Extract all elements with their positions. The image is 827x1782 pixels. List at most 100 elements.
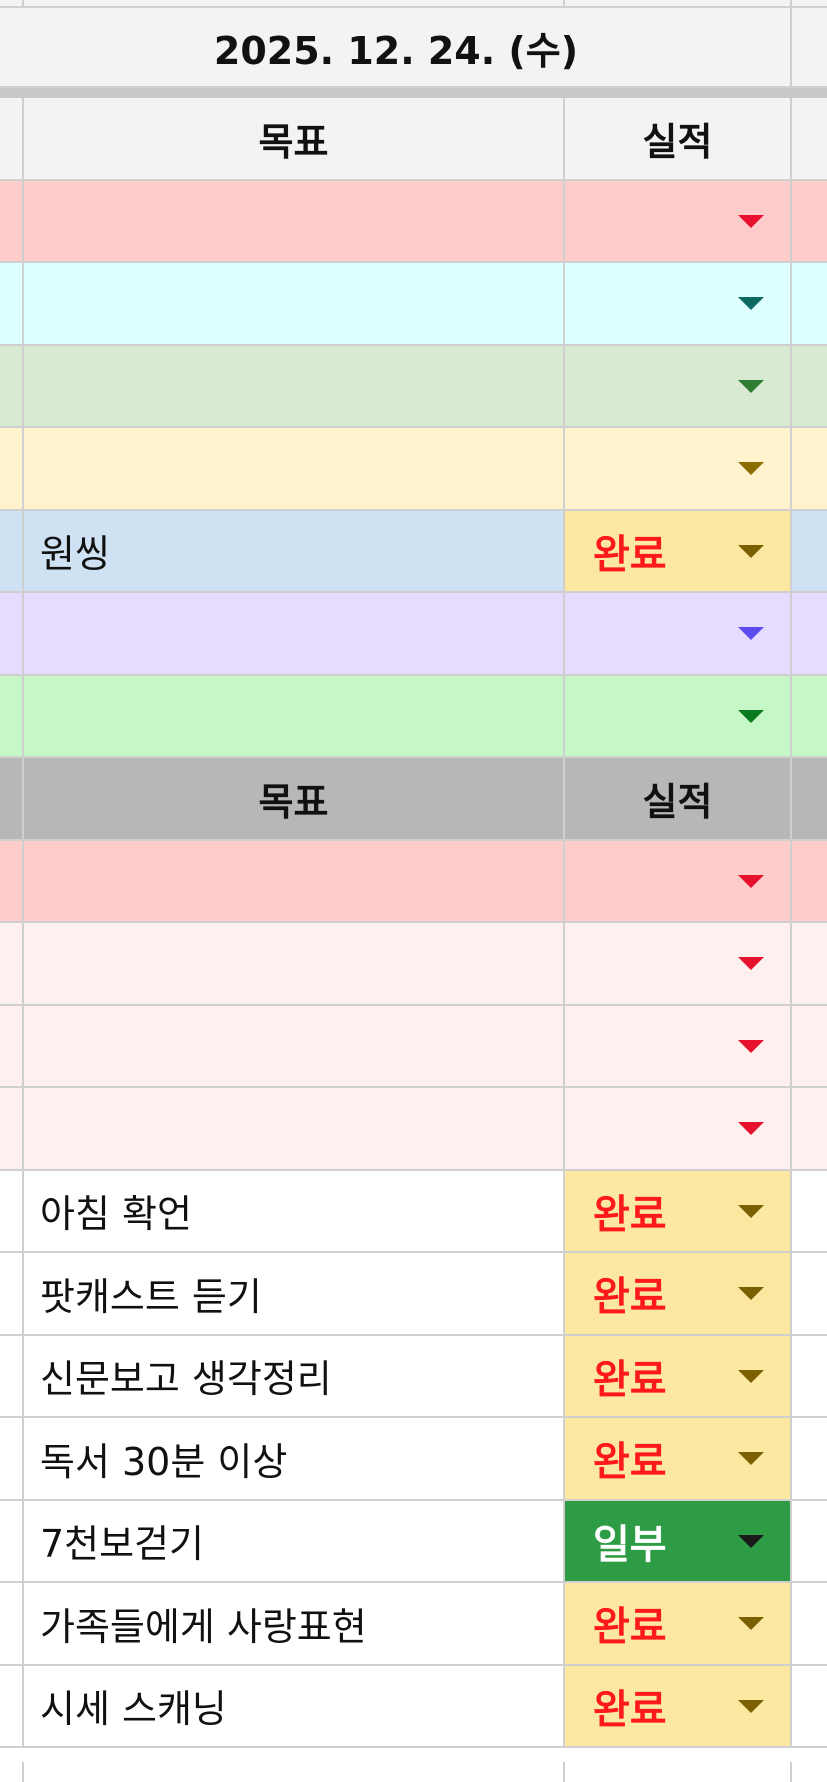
cell[interactable] xyxy=(792,840,827,923)
dropdown-arrow-icon[interactable] xyxy=(738,462,764,476)
status-dropdown[interactable] xyxy=(565,593,792,676)
dropdown-arrow-icon[interactable] xyxy=(738,1287,764,1301)
status-dropdown[interactable]: 완료 xyxy=(565,1335,792,1418)
dropdown-arrow-icon[interactable] xyxy=(738,1534,764,1548)
goal-cell[interactable]: 아침 확언 xyxy=(24,1170,565,1253)
frozen-row-divider[interactable] xyxy=(0,88,827,98)
cell[interactable] xyxy=(792,1005,827,1088)
dropdown-arrow-icon[interactable] xyxy=(738,1369,764,1383)
row-side-cell[interactable] xyxy=(0,1500,24,1583)
dropdown-arrow-icon[interactable] xyxy=(738,544,764,558)
goal-cell[interactable]: 신문보고 생각정리 xyxy=(24,1335,565,1418)
row-side-cell[interactable] xyxy=(0,1170,24,1253)
row-side-cell[interactable] xyxy=(0,180,24,263)
row-side-cell[interactable] xyxy=(0,1418,24,1501)
cell[interactable] xyxy=(792,180,827,263)
result-header-cell[interactable]: 실적 xyxy=(565,98,792,181)
status-dropdown[interactable] xyxy=(565,675,792,758)
cell[interactable] xyxy=(24,0,565,8)
goal-cell[interactable]: 팟캐스트 듣기 xyxy=(24,1253,565,1336)
row-side-cell[interactable] xyxy=(0,428,24,511)
row-side-cell[interactable] xyxy=(0,923,24,1006)
row-side-cell[interactable] xyxy=(0,675,24,758)
cell[interactable] xyxy=(0,98,24,181)
row-side-cell[interactable] xyxy=(0,840,24,923)
cell[interactable] xyxy=(24,1762,565,1782)
goal-cell[interactable]: 독서 30분 이상 xyxy=(24,1418,565,1501)
row-side-cell[interactable] xyxy=(0,1253,24,1336)
status-dropdown[interactable]: 완료 xyxy=(565,1583,792,1666)
cell[interactable] xyxy=(792,1418,827,1501)
result-header-cell[interactable]: 실적 xyxy=(565,758,792,841)
cell[interactable] xyxy=(792,263,827,346)
row-side-cell[interactable] xyxy=(0,1335,24,1418)
dropdown-arrow-icon[interactable] xyxy=(738,1122,764,1136)
cell[interactable] xyxy=(792,428,827,511)
goal-cell[interactable] xyxy=(24,593,565,676)
goal-cell[interactable] xyxy=(24,1088,565,1171)
cell[interactable] xyxy=(792,98,827,181)
goal-cell[interactable] xyxy=(24,263,565,346)
dropdown-arrow-icon[interactable] xyxy=(738,627,764,641)
dropdown-arrow-icon[interactable] xyxy=(738,1617,764,1631)
goal-cell[interactable]: 원씽 xyxy=(24,510,565,593)
status-dropdown[interactable]: 완료 xyxy=(565,510,792,593)
status-dropdown[interactable] xyxy=(565,428,792,511)
status-dropdown[interactable]: 일부 xyxy=(565,1500,792,1583)
cell[interactable] xyxy=(792,1665,827,1748)
cell[interactable] xyxy=(792,1170,827,1253)
goal-cell[interactable] xyxy=(24,840,565,923)
cell[interactable] xyxy=(0,758,24,841)
cell[interactable] xyxy=(565,1762,792,1782)
dropdown-arrow-icon[interactable] xyxy=(738,379,764,393)
dropdown-arrow-icon[interactable] xyxy=(738,1699,764,1713)
cell[interactable] xyxy=(0,1762,24,1782)
cell[interactable] xyxy=(792,675,827,758)
dropdown-arrow-icon[interactable] xyxy=(738,214,764,228)
cell[interactable] xyxy=(792,345,827,428)
row-side-cell[interactable] xyxy=(0,345,24,428)
row-side-cell[interactable] xyxy=(0,1583,24,1666)
status-dropdown[interactable] xyxy=(565,1088,792,1171)
status-dropdown[interactable] xyxy=(565,923,792,1006)
goal-cell[interactable] xyxy=(24,180,565,263)
cell[interactable] xyxy=(792,758,827,841)
goal-cell[interactable] xyxy=(24,923,565,1006)
dropdown-arrow-icon[interactable] xyxy=(738,1039,764,1053)
cell[interactable] xyxy=(792,0,827,8)
cell[interactable] xyxy=(792,1500,827,1583)
goal-cell[interactable]: 7천보걷기 xyxy=(24,1500,565,1583)
status-dropdown[interactable] xyxy=(565,1005,792,1088)
status-dropdown[interactable]: 완료 xyxy=(565,1418,792,1501)
cell[interactable] xyxy=(792,1762,827,1782)
goal-header-cell[interactable]: 목표 xyxy=(24,98,565,181)
status-dropdown[interactable] xyxy=(565,180,792,263)
status-dropdown[interactable]: 완료 xyxy=(565,1170,792,1253)
cell[interactable] xyxy=(792,1583,827,1666)
row-side-cell[interactable] xyxy=(0,263,24,346)
cell[interactable] xyxy=(792,1335,827,1418)
cell[interactable] xyxy=(792,923,827,1006)
cell[interactable] xyxy=(792,1253,827,1336)
dropdown-arrow-icon[interactable] xyxy=(738,957,764,971)
date-header-cell[interactable]: 2025. 12. 24. (수) xyxy=(0,8,792,88)
dropdown-arrow-icon[interactable] xyxy=(738,709,764,723)
dropdown-arrow-icon[interactable] xyxy=(738,1204,764,1218)
goal-cell[interactable]: 시세 스캐닝 xyxy=(24,1665,565,1748)
status-dropdown[interactable]: 완료 xyxy=(565,1253,792,1336)
dropdown-arrow-icon[interactable] xyxy=(738,874,764,888)
row-side-cell[interactable] xyxy=(0,1665,24,1748)
goal-cell[interactable] xyxy=(24,675,565,758)
status-dropdown[interactable] xyxy=(565,840,792,923)
goal-cell[interactable] xyxy=(24,1005,565,1088)
goal-header-cell[interactable]: 목표 xyxy=(24,758,565,841)
row-side-cell[interactable] xyxy=(0,1088,24,1171)
status-dropdown[interactable]: 완료 xyxy=(565,1665,792,1748)
cell[interactable] xyxy=(792,1088,827,1171)
cell[interactable] xyxy=(0,0,24,8)
goal-cell[interactable] xyxy=(24,345,565,428)
goal-cell[interactable] xyxy=(24,428,565,511)
row-side-cell[interactable] xyxy=(0,510,24,593)
dropdown-arrow-icon[interactable] xyxy=(738,1452,764,1466)
status-dropdown[interactable] xyxy=(565,345,792,428)
